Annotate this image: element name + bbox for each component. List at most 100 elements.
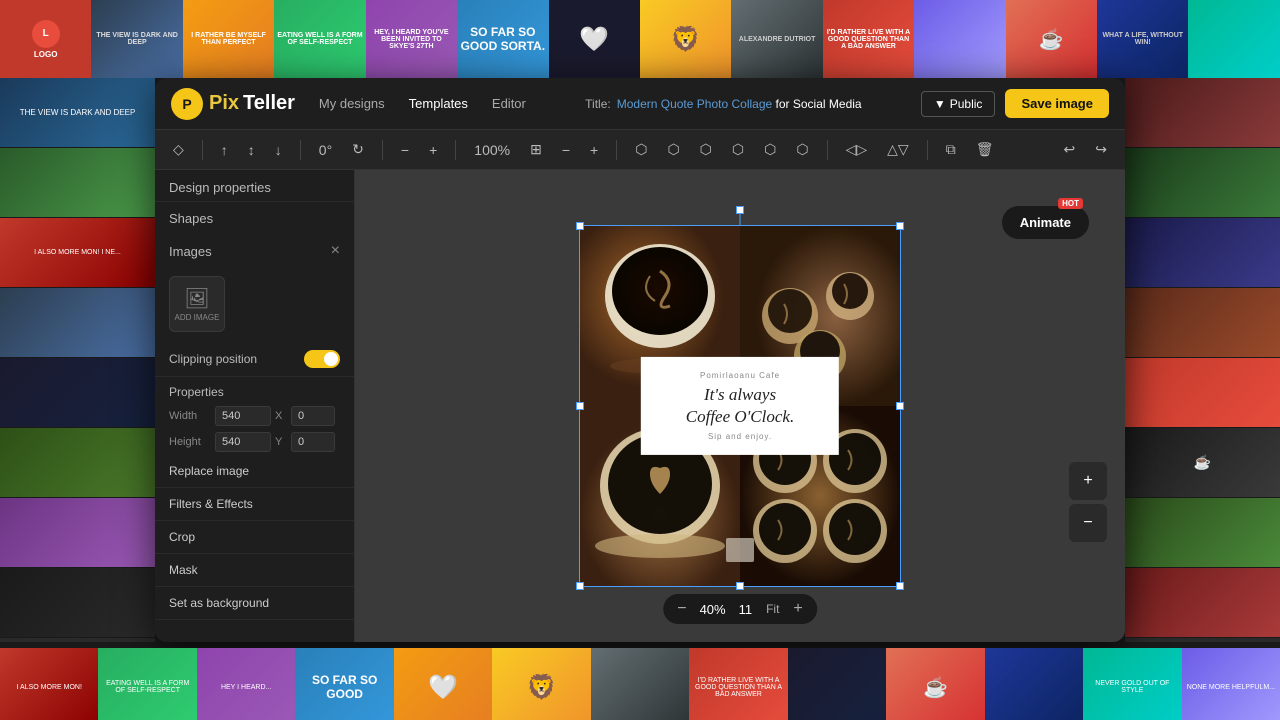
bottom-strip-2[interactable]: HEY I HEARD... [197, 648, 295, 720]
handle-bottom-left[interactable] [576, 582, 584, 590]
text-card-subtitle: Pomirlaoanu Cafe [661, 371, 819, 380]
strip-item-13[interactable] [1188, 0, 1279, 78]
bottom-strip-7[interactable]: I'D RATHER LIVE WITH A GOOD QUESTION THA… [689, 648, 787, 720]
bottom-strip-9[interactable]: ☕ [886, 648, 984, 720]
animate-button[interactable]: HOT Animate [1002, 206, 1089, 239]
bottom-strip-10[interactable] [985, 648, 1083, 720]
toolbar-shape-btn[interactable]: ◇ [167, 138, 190, 161]
title-text: Modern Quote Photo Collage for Social Me… [617, 97, 862, 111]
toolbar-align-top[interactable]: ⬡ [726, 138, 750, 161]
width-row: Width X [155, 403, 354, 429]
toolbar-zoom-minus[interactable]: − [556, 139, 576, 161]
set-background-item[interactable]: Set as background [155, 587, 354, 620]
bottom-strip-12[interactable]: NONE MORE HELPFULM... [1182, 648, 1280, 720]
toolbar-distribute[interactable]: ↓ [269, 139, 288, 161]
y-label: Y [275, 436, 287, 448]
mask-item[interactable]: Mask [155, 554, 354, 587]
strip-item-7[interactable]: 🦁 [640, 0, 731, 78]
bottom-strip-11[interactable]: NEVER GOLD OUT OF STYLE [1083, 648, 1181, 720]
nav-editor[interactable]: Editor [492, 96, 526, 111]
strip-item-8[interactable]: ALEXANDRE DUTRIOT [731, 0, 822, 78]
images-close-button[interactable]: × [331, 242, 340, 260]
bottom-strip-4[interactable]: 🤍 [394, 648, 492, 720]
zoom-fit-button[interactable]: Fit [760, 600, 785, 618]
save-image-button[interactable]: Save image [1005, 89, 1109, 118]
nav-my-designs[interactable]: My designs [319, 96, 385, 111]
toolbar-sep-3 [382, 140, 383, 160]
width-input[interactable] [215, 406, 271, 426]
handle-bottom-center[interactable] [736, 582, 744, 590]
canvas-area[interactable]: HOT Animate [355, 170, 1125, 642]
strip-item-0[interactable]: L LOGO [0, 0, 91, 78]
strip-item-3[interactable]: EATING WELL IS A FORM OF SELF-RESPECT [274, 0, 365, 78]
shapes-row: Shapes [155, 202, 354, 232]
bottom-strip-6[interactable] [591, 648, 689, 720]
strip-item-1[interactable]: THE VIEW IS DARK AND DEEP [91, 0, 182, 78]
hot-badge: HOT [1058, 198, 1083, 209]
strip-item-10[interactable] [914, 0, 1005, 78]
title-label: Title: [585, 97, 611, 111]
strip-item-5[interactable]: SO FAR SO GOOD SORTA. [457, 0, 548, 78]
toolbar-grid-icon[interactable]: ⊞ [524, 138, 548, 161]
public-button[interactable]: ▼ Public [921, 91, 996, 117]
bottom-strip-8[interactable] [788, 648, 886, 720]
toolbar-delete[interactable]: 🗑 [970, 138, 1000, 161]
strip-item-4[interactable]: HEY, I HEARD YOU'VE BEEN INVITED TO SKYE… [366, 0, 457, 78]
toolbar: ◇ ↑ ↕ ↓ 0° ↻ − + 100% ⊞ − + ⬡ ⬡ ⬡ ⬡ ⬡ ⬡ … [155, 130, 1125, 170]
bottom-strip-0[interactable]: I ALSO MORE MON! [0, 648, 98, 720]
text-card-main: It's always Coffee O'Clock. [661, 384, 819, 428]
toolbar-align-middle[interactable]: ⬡ [758, 138, 782, 161]
handle-bottom-right[interactable] [896, 582, 904, 590]
logo: P PixTeller [171, 88, 295, 120]
toolbar-align-center[interactable]: ⬡ [661, 138, 685, 161]
toolbar-zoom-plus[interactable]: + [584, 139, 604, 161]
toolbar-sep-2 [300, 140, 301, 160]
bottom-strip-5[interactable]: 🦁 [492, 648, 590, 720]
toolbar-align-right[interactable]: ⬡ [694, 138, 718, 161]
canvas-actions: + − [1069, 462, 1107, 542]
left-panel: Design properties Shapes Images × 🖼 ADD … [155, 170, 355, 642]
replace-image-item[interactable]: Replace image [155, 455, 354, 488]
toolbar-redo[interactable]: ↪ [1089, 138, 1113, 161]
toolbar-move-up[interactable]: ↑ [215, 139, 234, 161]
header-right: ▼ Public Save image [921, 89, 1109, 118]
toolbar-move-down[interactable]: ↕ [242, 139, 261, 161]
strip-item-2[interactable]: I RATHER BE MYSELF THAN PERFECT [183, 0, 274, 78]
toolbar-flip-h[interactable]: ◁▷ [840, 138, 874, 161]
toolbar-align-bottom[interactable]: ⬡ [790, 138, 814, 161]
handle-top-center[interactable] [736, 206, 744, 214]
images-header: Images × [155, 232, 354, 266]
design-canvas[interactable]: Pomirlaoanu Cafe It's always Coffee O'Cl… [580, 226, 900, 586]
strip-item-9[interactable]: I'D RATHER LIVE WITH A GOOD QUESTION THA… [823, 0, 914, 78]
toolbar-zoom: 100% [468, 139, 516, 161]
y-input[interactable] [291, 432, 335, 452]
canvas-minus-button[interactable]: − [1069, 504, 1107, 542]
toolbar-flip-v[interactable]: △▽ [881, 138, 915, 161]
zoom-minus-button[interactable]: − [677, 600, 686, 618]
nav-templates[interactable]: Templates [409, 96, 468, 111]
toolbar-align-left[interactable]: ⬡ [629, 138, 653, 161]
zoom-plus-button[interactable]: + [793, 600, 802, 618]
toolbar-undo[interactable]: ↩ [1058, 138, 1082, 161]
toolbar-plus[interactable]: + [423, 139, 443, 161]
handle-top-right[interactable] [896, 222, 904, 230]
zoom-bar: − 40% 11 Fit + [663, 594, 817, 624]
canvas-add-button[interactable]: + [1069, 462, 1107, 500]
filters-effects-item[interactable]: Filters & Effects [155, 488, 354, 521]
toolbar-minus[interactable]: − [395, 139, 415, 161]
crop-item[interactable]: Crop [155, 521, 354, 554]
strip-item-12[interactable]: WHAT A LIFE, WITHOUT WIN! [1097, 0, 1188, 78]
handle-mid-right[interactable] [896, 402, 904, 410]
toolbar-copy[interactable]: ⧉ [940, 138, 962, 161]
handle-top-left[interactable] [576, 222, 584, 230]
strip-item-6[interactable]: 🤍 [549, 0, 640, 78]
x-input[interactable] [291, 406, 335, 426]
add-image-box[interactable]: 🖼 ADD IMAGE [169, 276, 225, 332]
bottom-strip-3[interactable]: SO FAR SO GOOD [295, 648, 393, 720]
height-input[interactable] [215, 432, 271, 452]
clipping-toggle[interactable] [304, 350, 340, 368]
handle-mid-left[interactable] [576, 402, 584, 410]
bottom-strip-1[interactable]: EATING WELL IS A FORM OF SELF-RESPECT [98, 648, 196, 720]
toolbar-rotate-cw[interactable]: ↻ [346, 138, 370, 161]
strip-item-11[interactable]: ☕ [1006, 0, 1097, 78]
